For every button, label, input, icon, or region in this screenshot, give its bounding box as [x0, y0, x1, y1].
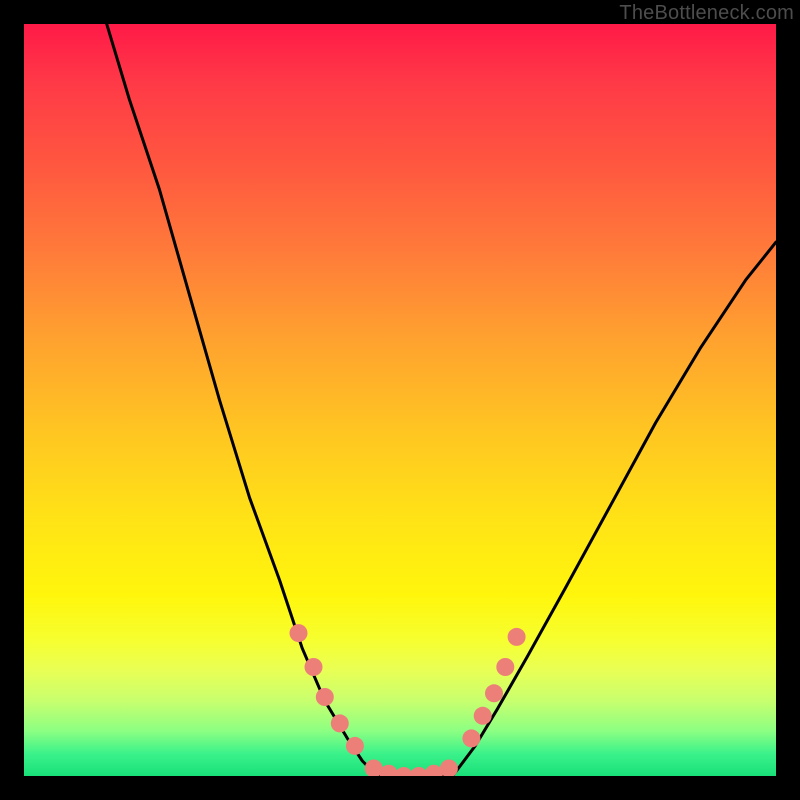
chart-plot-area: [24, 24, 776, 776]
chart-canvas: [24, 24, 776, 776]
bead-marker: [346, 737, 364, 755]
bead-marker: [496, 658, 514, 676]
bead-marker: [508, 628, 526, 646]
curve-layer: [107, 24, 776, 776]
bead-marker: [290, 624, 308, 642]
bead-marker: [485, 684, 503, 702]
series-left-curve: [107, 24, 378, 776]
watermark-text: TheBottleneck.com: [619, 2, 794, 25]
bead-marker: [440, 760, 458, 777]
bead-layer: [290, 624, 526, 776]
bead-marker: [331, 714, 349, 732]
bead-marker: [305, 658, 323, 676]
bead-marker: [474, 707, 492, 725]
bead-marker: [316, 688, 334, 706]
chart-frame: TheBottleneck.com: [0, 0, 800, 800]
bead-marker: [462, 729, 480, 747]
